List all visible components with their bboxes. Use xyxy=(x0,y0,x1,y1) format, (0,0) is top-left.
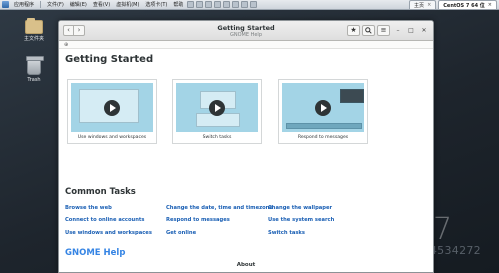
tab-home-label: 主页 xyxy=(414,2,425,9)
help-window: ‹ › Getting Started GNOME Help ★ ≡ – □ ✕… xyxy=(58,20,434,273)
menu-tabs[interactable]: 选项卡(T) xyxy=(142,1,170,8)
divider xyxy=(40,1,42,8)
task-link[interactable]: Switch tasks xyxy=(268,230,305,236)
video-thumbnail xyxy=(176,83,258,132)
task-link[interactable]: Use windows and workspaces xyxy=(65,230,152,236)
search-icon xyxy=(365,27,372,34)
task-link[interactable]: Connect to online accounts xyxy=(65,217,144,223)
desktop-icon-label: Trash xyxy=(27,77,41,83)
menu-view[interactable]: 查看(V) xyxy=(90,1,113,8)
os-version-watermark: 7 xyxy=(433,212,453,247)
bookmark-icon: ★ xyxy=(350,26,357,34)
task-link[interactable]: Respond to messages xyxy=(166,217,230,223)
desktop-icon-trash[interactable]: Trash xyxy=(14,56,54,83)
task-link[interactable]: Get online xyxy=(166,230,196,236)
menu-icon: ≡ xyxy=(380,26,387,34)
menu-button[interactable]: ≡ xyxy=(377,25,390,36)
video-caption: Switch tasks xyxy=(202,135,232,140)
tab-centos-label: CentOS 7 64 位 xyxy=(443,2,485,9)
menu-vm[interactable]: 虚拟机(M) xyxy=(113,1,142,8)
video-card[interactable]: Switch tasks xyxy=(172,79,262,144)
close-icon[interactable]: × xyxy=(427,2,431,8)
apps-icon xyxy=(2,1,9,8)
bookmark-button[interactable]: ★ xyxy=(347,25,360,36)
search-button[interactable] xyxy=(362,25,375,36)
common-tasks-heading: Common Tasks xyxy=(65,187,136,197)
play-icon[interactable] xyxy=(315,99,331,116)
page-title: Getting Started xyxy=(65,54,154,65)
header-actions: ★ ≡ – □ ✕ xyxy=(345,25,429,36)
tab-centos[interactable]: CentOS 7 64 位 × xyxy=(438,0,497,9)
maximize-icon: □ xyxy=(408,27,414,34)
host-toolbar: 应用程序 文件(F) 编辑(E) 查看(V) 虚拟机(M) 选项卡(T) 帮助 … xyxy=(0,0,499,10)
video-thumbnail xyxy=(71,83,153,132)
gnome-help-link[interactable]: GNOME Help xyxy=(65,248,125,258)
close-button[interactable]: ✕ xyxy=(419,25,429,36)
settings-icon[interactable] xyxy=(250,1,258,8)
play-icon[interactable] xyxy=(104,99,120,116)
thumbnail-notification xyxy=(340,89,364,103)
manage-icon[interactable] xyxy=(214,1,222,8)
tab-home[interactable]: 主页 × xyxy=(409,0,437,9)
close-icon: ✕ xyxy=(421,27,427,34)
play-icon[interactable] xyxy=(187,1,195,8)
task-link[interactable]: Change the wallpaper xyxy=(268,205,332,211)
location-bar: ⊕ xyxy=(59,41,433,49)
desktop-icon-home-folder[interactable]: 主文件夹 xyxy=(14,18,54,42)
menu-help[interactable]: 帮助 xyxy=(170,1,186,8)
task-link[interactable]: Use the system search xyxy=(268,217,334,223)
desktop-icon-label: 主文件夹 xyxy=(23,36,44,42)
page-content: Getting Started Use windows and workspac… xyxy=(59,49,433,258)
video-caption: Respond to messages xyxy=(297,135,349,140)
header-bar: ‹ › Getting Started GNOME Help ★ ≡ – □ ✕ xyxy=(59,21,433,41)
unity-icon[interactable] xyxy=(232,1,240,8)
app-menu[interactable]: 应用程序 xyxy=(11,1,37,8)
menu-edit[interactable]: 编辑(E) xyxy=(67,1,90,8)
task-link[interactable]: Browse the web xyxy=(65,205,112,211)
restore-icon[interactable] xyxy=(205,1,213,8)
task-link[interactable]: Change the date, time and timezone xyxy=(166,205,273,211)
minimize-button[interactable]: – xyxy=(393,25,403,36)
thumbnail-panel xyxy=(286,123,362,129)
video-thumbnail xyxy=(282,83,364,132)
play-icon[interactable] xyxy=(209,99,225,116)
close-icon[interactable]: × xyxy=(488,2,492,8)
about-link[interactable]: About xyxy=(59,262,433,268)
maximize-button[interactable]: □ xyxy=(406,25,416,36)
fullscreen-icon[interactable] xyxy=(223,1,231,8)
video-card[interactable]: Respond to messages xyxy=(278,79,368,144)
folder-icon xyxy=(25,18,43,34)
video-caption: Use windows and workspaces xyxy=(77,135,147,140)
video-card[interactable]: Use windows and workspaces xyxy=(67,79,157,144)
snapshot-icon[interactable] xyxy=(196,1,204,8)
menu-file[interactable]: 文件(F) xyxy=(44,1,67,8)
minimize-icon: – xyxy=(396,27,400,34)
trash-icon xyxy=(26,56,44,75)
help-home-icon[interactable]: ⊕ xyxy=(64,42,68,48)
console-icon[interactable] xyxy=(241,1,249,8)
